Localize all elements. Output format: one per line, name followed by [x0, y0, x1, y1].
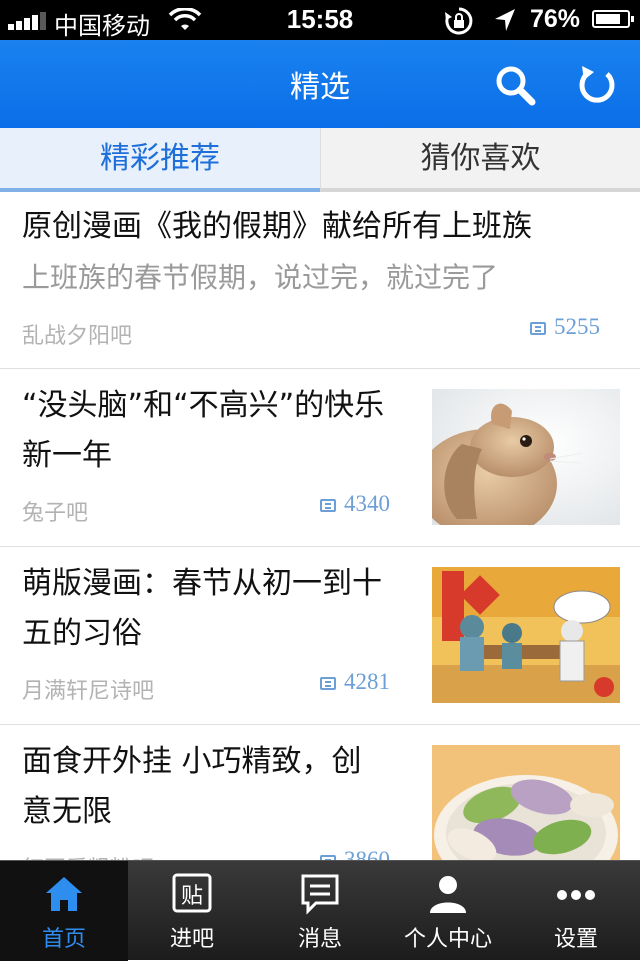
battery-icon	[592, 10, 634, 28]
item-source: 月满轩尼诗吧	[22, 679, 155, 704]
list-item[interactable]: 原创漫画《我的假期》献给所有上班族 上班族的春节假期，说过完，就过完了 乱战夕阳…	[0, 192, 640, 369]
list-item[interactable]: 面食开外挂 小巧精致，创 意无限 红豆爱粗粉吧 3860	[0, 725, 640, 860]
nav-bar: 精选	[0, 40, 640, 128]
item-source: 红豆爱粗粉吧	[22, 851, 154, 860]
comment-icon	[530, 322, 546, 335]
comment-icon	[320, 499, 336, 512]
segmented-tabs: 精彩推荐 猜你喜欢	[0, 128, 640, 193]
rotation-lock-icon	[445, 7, 473, 35]
tabbar-label: 设置	[553, 927, 598, 952]
item-title-line: 新一年	[22, 438, 112, 473]
person-icon	[430, 876, 466, 913]
svg-text:贴: 贴	[181, 884, 203, 909]
comment-count: 3860	[320, 847, 390, 860]
search-icon[interactable]	[492, 62, 538, 108]
item-title-line: 五的习俗	[22, 616, 142, 651]
tieba-icon: 贴	[172, 873, 212, 913]
more-icon	[557, 890, 595, 900]
item-source: 乱战夕阳吧	[22, 324, 133, 349]
tab-guess-you-like[interactable]: 猜你喜欢	[320, 128, 640, 192]
cartoon-thumbnail	[432, 567, 620, 703]
tabbar-label: 进吧	[169, 927, 214, 952]
tabbar-item-profile[interactable]: 个人中心	[384, 861, 512, 961]
list-item[interactable]: “没头脑”和“不高兴”的快乐 新一年 兔子吧 4340	[0, 369, 640, 547]
rabbit-thumbnail	[432, 389, 620, 525]
page-title: 精选	[290, 70, 350, 105]
list-item[interactable]: 萌版漫画：春节从初一到十 五的习俗 月满轩尼诗吧 4281	[0, 547, 640, 725]
comment-count: 4281	[320, 669, 390, 695]
item-title-line: 萌版漫画：春节从初一到十	[22, 566, 382, 601]
item-subtitle: 上班族的春节假期，说过完，就过完了	[22, 261, 499, 294]
location-icon	[495, 9, 515, 31]
item-title-line: 面食开外挂 小巧精致，创	[22, 744, 362, 779]
tabbar-label: 消息	[297, 927, 342, 952]
item-title-line: “没头脑”和“不高兴”的快乐	[22, 388, 385, 423]
refresh-icon[interactable]	[574, 62, 620, 108]
item-source: 兔子吧	[22, 501, 89, 526]
tabbar-item-home[interactable]: 首页	[0, 861, 128, 961]
item-title-line: 意无限	[22, 794, 112, 829]
tabbar-label: 首页	[41, 927, 86, 952]
message-icon	[301, 874, 339, 915]
item-title: 原创漫画《我的假期》献给所有上班族	[22, 209, 532, 244]
tabbar-item-settings[interactable]: 设置	[512, 861, 640, 961]
status-bar: 中国移动 15:58 76%	[0, 0, 640, 40]
tab-featured[interactable]: 精彩推荐	[0, 128, 320, 192]
battery-percent: 76%	[530, 5, 581, 33]
comment-icon	[320, 677, 336, 690]
feed-list: 原创漫画《我的假期》献给所有上班族 上班族的春节假期，说过完，就过完了 乱战夕阳…	[0, 192, 640, 860]
comment-count: 4340	[320, 491, 390, 517]
tabbar-item-messages[interactable]: 消息	[256, 861, 384, 961]
tabbar-label: 个人中心	[403, 927, 492, 952]
tabbar-item-enter-bar[interactable]: 贴 进吧	[128, 861, 256, 961]
bottom-tab-bar: 首页 贴 进吧 消息 个人中心 设置	[0, 860, 640, 961]
comment-count: 5255	[530, 314, 600, 340]
home-icon	[46, 877, 82, 911]
dumplings-thumbnail	[432, 745, 620, 860]
